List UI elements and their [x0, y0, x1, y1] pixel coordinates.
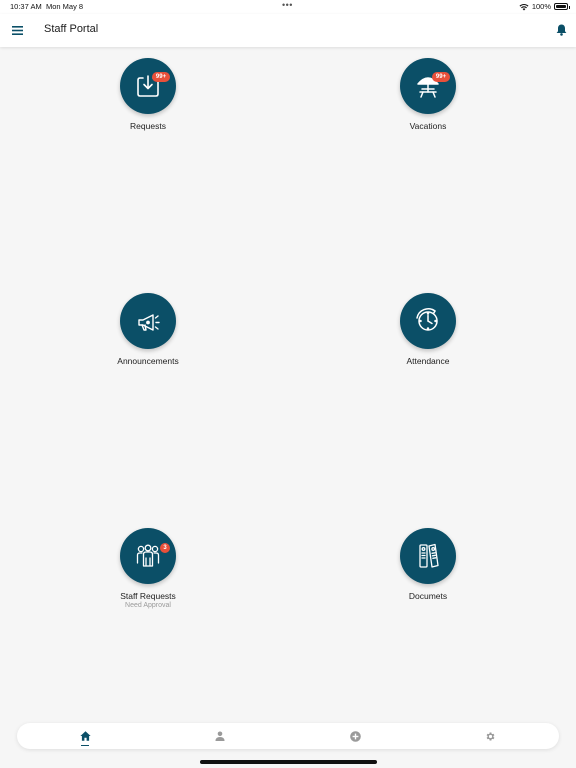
- requests-badge: 99+: [152, 72, 170, 82]
- battery-percent: 100%: [531, 2, 551, 11]
- clock-icon: [416, 308, 438, 331]
- vacations-circle[interactable]: 99+: [400, 58, 456, 114]
- home-icon: [79, 731, 91, 741]
- tile-attendance[interactable]: Attendance: [358, 293, 498, 366]
- status-bar: 10:37 AM Mon May 8 ••• 100%: [0, 0, 576, 14]
- staff-requests-circle[interactable]: 3: [120, 528, 176, 584]
- requests-circle[interactable]: 99+: [120, 58, 176, 114]
- tile-staff-requests[interactable]: 3 Staff Requests Need Approval: [78, 528, 218, 609]
- battery-icon: [554, 3, 570, 10]
- multitasking-dots[interactable]: •••: [282, 0, 293, 10]
- staff-group-icon: [136, 544, 160, 567]
- tab-home[interactable]: [70, 723, 100, 749]
- tab-add[interactable]: [340, 723, 370, 749]
- megaphone-icon: [138, 314, 160, 331]
- tile-documents[interactable]: Documets: [358, 528, 498, 601]
- tile-label: Documets: [408, 591, 448, 601]
- tile-label: Staff Requests: [120, 591, 176, 601]
- menu-button[interactable]: [8, 21, 26, 39]
- menu-icon: [11, 25, 23, 35]
- tile-label: Vacations: [409, 121, 447, 131]
- notifications-button[interactable]: [552, 21, 570, 39]
- page-title: Staff Portal: [44, 23, 99, 35]
- status-date: Mon May 8: [46, 2, 84, 11]
- gear-icon: [486, 731, 494, 741]
- app-header: Staff Portal: [0, 14, 576, 47]
- tab-profile[interactable]: [205, 723, 235, 749]
- tile-requests[interactable]: 99+ Requests: [78, 58, 218, 131]
- tile-vacations[interactable]: 99+ Vacations: [358, 58, 498, 131]
- wifi-icon: [519, 3, 529, 10]
- bell-icon: [556, 24, 566, 36]
- tile-sublabel: Need Approval: [125, 602, 171, 609]
- tab-settings[interactable]: [475, 723, 505, 749]
- tile-label: Attendance: [406, 356, 450, 366]
- binders-icon: [419, 543, 439, 568]
- attendance-circle[interactable]: [400, 293, 456, 349]
- staff-requests-badge: 3: [160, 543, 170, 553]
- announcements-circle[interactable]: [120, 293, 176, 349]
- staff-portal-screen: 10:37 AM Mon May 8 ••• 100% Staff Portal: [0, 0, 576, 768]
- person-icon: [215, 731, 225, 741]
- home-indicator[interactable]: [200, 760, 377, 764]
- documents-circle[interactable]: [400, 528, 456, 584]
- bottom-tab-bar: [17, 723, 559, 749]
- status-right: 100%: [519, 2, 570, 11]
- active-tab-indicator: [81, 744, 89, 746]
- plus-circle-icon: [349, 730, 361, 742]
- tile-label: Announcements: [117, 356, 179, 366]
- vacations-badge: 99+: [432, 72, 450, 82]
- tile-label: Requests: [130, 121, 166, 131]
- tile-announcements[interactable]: Announcements: [78, 293, 218, 366]
- status-time: 10:37 AM: [10, 2, 42, 11]
